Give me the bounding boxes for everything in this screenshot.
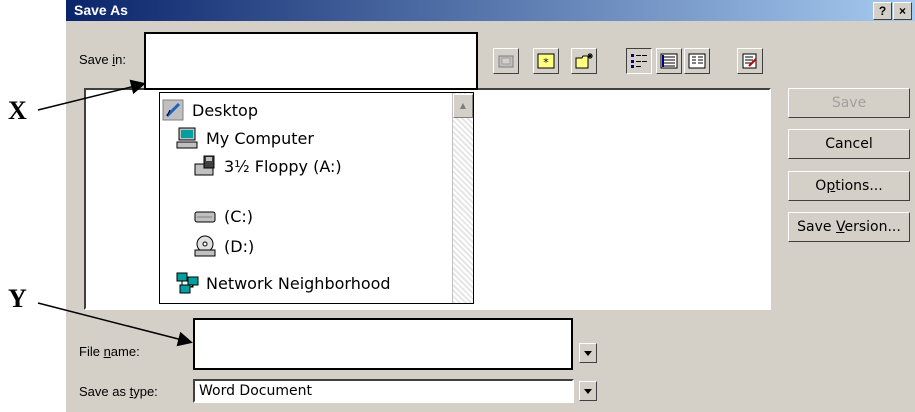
svg-text:*: * <box>543 56 549 69</box>
scroll-up-arrow-icon[interactable]: ▲ <box>453 94 473 118</box>
save-version-label-post: ersion... <box>844 219 901 235</box>
network-icon <box>176 272 200 294</box>
location-label: My Computer <box>206 128 314 148</box>
file-name-label: File name: <box>79 344 140 359</box>
save-in-label-pre: Save <box>79 52 113 67</box>
save-in-dropdown-list[interactable]: Desktop My Computer 3½ Floppy (A:) (C:) … <box>159 92 474 304</box>
location-my-computer[interactable]: My Computer <box>176 124 314 152</box>
help-button[interactable]: ? <box>873 2 892 20</box>
cd-drive-icon <box>194 235 218 257</box>
details-view-icon[interactable] <box>656 48 682 74</box>
save-version-label-pre: Save <box>797 219 836 235</box>
file-name-input[interactable] <box>193 318 573 370</box>
new-folder-icon[interactable] <box>571 48 597 74</box>
search-web-icon[interactable]: * <box>533 48 559 74</box>
options-label-pre: O <box>815 178 827 194</box>
file-name-label-accel: n <box>103 344 111 359</box>
file-name-label-pre: File <box>79 344 104 359</box>
location-label: Desktop <box>192 100 258 120</box>
cancel-button[interactable]: Cancel <box>788 129 910 159</box>
location-label: Network Neighborhood <box>206 273 391 293</box>
dialog-title: Save As <box>74 2 128 18</box>
floppy-icon <box>194 155 218 177</box>
file-name-dropdown-arrow-icon[interactable] <box>579 343 597 363</box>
location-label: (D:) <box>224 236 255 256</box>
location-label: (C:) <box>224 206 254 226</box>
location-label: 3½ Floppy (A:) <box>224 156 342 176</box>
save-in-label-post: n: <box>115 52 126 67</box>
save-as-type-label: Save as type: <box>79 384 158 399</box>
desktop-icon <box>162 99 186 121</box>
save-in-combobox[interactable] <box>144 32 478 90</box>
dropdown-scrollbar[interactable]: ▲ <box>452 93 473 303</box>
location-network[interactable]: Network Neighborhood <box>176 269 391 297</box>
hard-drive-icon <box>194 205 218 227</box>
location-desktop[interactable]: Desktop <box>162 96 258 124</box>
save-as-type-select[interactable]: Word Document <box>193 379 574 403</box>
title-bar: Save As ? × <box>66 0 915 21</box>
file-name-label-post: ame: <box>110 344 140 359</box>
save-type-dropdown-arrow-icon[interactable] <box>579 381 597 401</box>
save-button[interactable]: Save <box>788 88 910 118</box>
properties-view-icon[interactable] <box>684 48 710 74</box>
up-one-level-icon[interactable] <box>493 48 519 74</box>
computer-icon <box>176 127 200 149</box>
location-d-drive[interactable]: (D:) <box>194 232 254 260</box>
save-version-button[interactable]: Save Version... <box>788 212 910 242</box>
options-button[interactable]: Options... <box>788 171 910 201</box>
annotation-x-label: X <box>8 96 27 125</box>
options-label-post: tions... <box>835 178 883 194</box>
save-in-label: Save in: <box>79 52 126 67</box>
annotation-y-label: Y <box>8 284 27 313</box>
close-button[interactable]: × <box>893 2 912 20</box>
list-view-icon[interactable] <box>626 48 652 74</box>
location-c-drive[interactable]: (C:) <box>194 202 253 230</box>
tools-icon[interactable] <box>737 48 763 74</box>
save-type-label-post: ype: <box>133 384 158 399</box>
location-floppy[interactable]: 3½ Floppy (A:) <box>194 152 342 180</box>
save-type-label-pre: Save as <box>79 384 130 399</box>
options-label-accel: p <box>826 178 836 194</box>
